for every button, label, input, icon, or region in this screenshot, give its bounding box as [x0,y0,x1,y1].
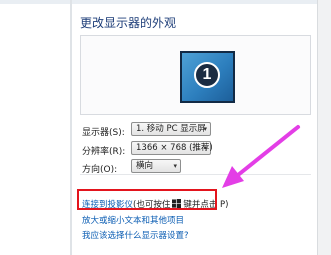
shortcut-hint-suffix: 键并点击 P) [183,200,229,210]
shortcut-hint-prefix: (也可按住 [133,200,171,210]
monitor-number-badge: 1 [194,62,220,88]
orientation-select-value: 横向 [136,161,154,171]
display-preview-panel: 1 [80,35,311,115]
left-frame-border [70,0,72,255]
top-strip [0,0,331,4]
windows-logo-icon [172,199,182,208]
chevron-down-icon: ▾ [173,162,177,170]
monitor-1-icon[interactable]: 1 [180,51,235,103]
right-scroll-area [318,0,331,255]
display-select[interactable]: 1. 移动 PC 显示屏 ▾ [131,122,211,136]
display-settings-help-link[interactable]: 我应该选择什么显示器设置? [82,229,189,241]
connect-projector-text: 连接到投影仪 [82,200,134,210]
display-select-value: 1. 移动 PC 显示屏 [136,124,206,134]
divider [80,174,311,175]
connect-projector-link[interactable]: 连接到投影仪(也可按住 键并点击 P) [82,198,229,210]
resolution-label: 分辨率(R): [82,147,126,157]
display-label: 显示器(S): [82,128,125,138]
orientation-select[interactable]: 横向 ▾ [131,159,181,173]
chevron-down-icon: ▾ [203,144,207,152]
chevron-down-icon: ▾ [203,125,207,133]
arrow-shaft [236,125,300,177]
page-title: 更改显示器的外观 [80,16,177,30]
arrow-head [222,166,244,188]
text-size-link[interactable]: 放大或缩小文本和其他项目 [82,214,184,226]
resolution-select[interactable]: 1366 × 768 (推荐) ▾ [131,141,213,155]
resolution-select-value: 1366 × 768 (推荐) [136,143,213,153]
